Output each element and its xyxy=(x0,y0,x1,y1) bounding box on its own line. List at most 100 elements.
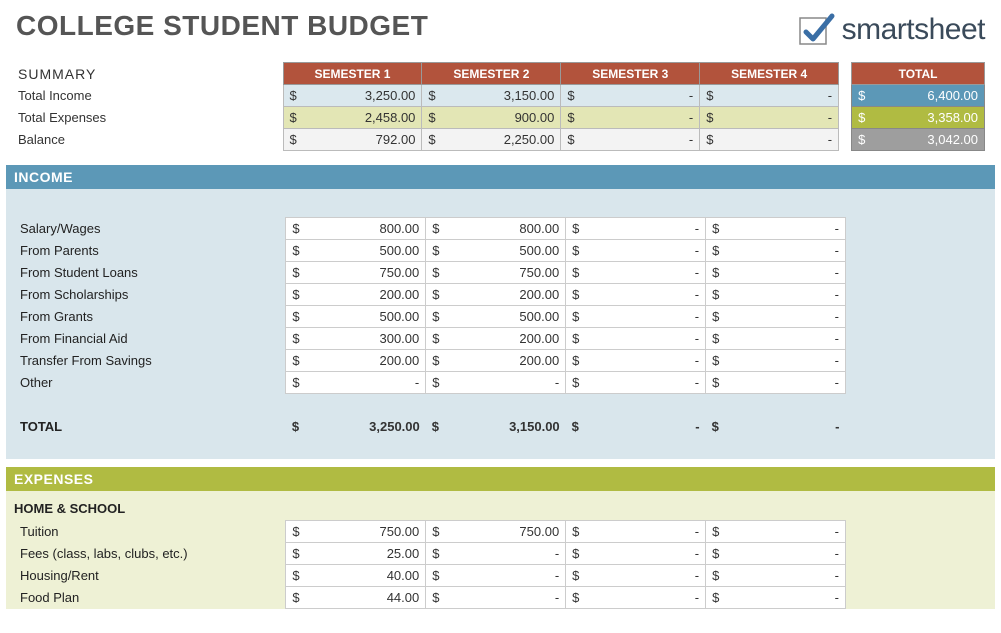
total-header: TOTAL xyxy=(852,63,985,85)
cell[interactable]: $- xyxy=(700,107,839,129)
row-label: Food Plan xyxy=(6,587,286,609)
cell[interactable]: $300.00 xyxy=(286,327,426,349)
cell[interactable]: $- xyxy=(566,283,706,305)
cell[interactable]: $- xyxy=(566,305,706,327)
cell[interactable]: $- xyxy=(566,371,706,393)
cell[interactable]: $200.00 xyxy=(426,327,566,349)
cell[interactable]: $3,250.00 xyxy=(283,85,422,107)
cell[interactable]: $750.00 xyxy=(286,261,426,283)
cell[interactable]: $- xyxy=(426,371,566,393)
total-income-cell: $6,400.00 xyxy=(852,85,985,107)
cell[interactable]: $40.00 xyxy=(286,565,426,587)
cell[interactable]: $- xyxy=(706,371,846,393)
cell[interactable]: $- xyxy=(700,129,839,151)
cell[interactable]: $500.00 xyxy=(286,305,426,327)
cell[interactable]: $- xyxy=(706,239,846,261)
income-total-row: TOTAL$3,250.00$3,150.00$-$- xyxy=(6,415,846,437)
cell[interactable]: $- xyxy=(566,543,706,565)
row-label: From Student Loans xyxy=(6,261,286,283)
table-row: From Grants$500.00$500.00$-$- xyxy=(6,305,846,327)
row-label: Fees (class, labs, clubs, etc.) xyxy=(6,543,286,565)
row-label: From Parents xyxy=(6,239,286,261)
cell[interactable]: $750.00 xyxy=(426,521,566,543)
page-title: COLLEGE STUDENT BUDGET xyxy=(16,10,428,42)
total-expense-cell: $3,358.00 xyxy=(852,107,985,129)
income-section: Salary/Wages$800.00$800.00$-$-From Paren… xyxy=(6,189,995,459)
cell[interactable]: $3,150.00 xyxy=(422,85,561,107)
cell[interactable]: $- xyxy=(706,543,846,565)
expense-banner: EXPENSES xyxy=(6,467,995,491)
cell[interactable]: $- xyxy=(566,327,706,349)
cell[interactable]: $- xyxy=(706,587,846,609)
cell[interactable]: $500.00 xyxy=(426,239,566,261)
cell[interactable]: $2,458.00 xyxy=(283,107,422,129)
cell[interactable]: $500.00 xyxy=(286,239,426,261)
summary-table: SUMMARY SEMESTER 1 SEMESTER 2 SEMESTER 3… xyxy=(16,62,839,151)
logo-text: smartsheet xyxy=(842,13,985,47)
cell[interactable]: $800.00 xyxy=(426,217,566,239)
cell[interactable]: $- xyxy=(706,283,846,305)
cell[interactable]: $- xyxy=(561,107,700,129)
cell[interactable]: $- xyxy=(706,327,846,349)
row-label: Balance xyxy=(16,129,283,151)
cell[interactable]: $- xyxy=(566,521,706,543)
table-row: From Scholarships$200.00$200.00$-$- xyxy=(6,283,846,305)
cell[interactable]: $- xyxy=(566,565,706,587)
cell[interactable]: $- xyxy=(426,543,566,565)
cell[interactable]: $200.00 xyxy=(426,349,566,371)
table-row: Transfer From Savings$200.00$200.00$-$- xyxy=(6,349,846,371)
total-label: TOTAL xyxy=(6,415,286,437)
cell[interactable]: $792.00 xyxy=(283,129,422,151)
cell[interactable]: $- xyxy=(286,371,426,393)
row-label: Other xyxy=(6,371,286,393)
cell[interactable]: $- xyxy=(426,587,566,609)
cell: $- xyxy=(706,415,846,437)
cell[interactable]: $- xyxy=(566,217,706,239)
checkmark-icon xyxy=(796,10,836,50)
income-table: Salary/Wages$800.00$800.00$-$-From Paren… xyxy=(6,195,846,459)
row-label: Housing/Rent xyxy=(6,565,286,587)
cell[interactable]: $- xyxy=(706,565,846,587)
cell[interactable]: $- xyxy=(706,349,846,371)
cell[interactable]: $- xyxy=(566,239,706,261)
cell[interactable]: $750.00 xyxy=(426,261,566,283)
cell[interactable]: $25.00 xyxy=(286,543,426,565)
table-row: Food Plan$44.00$-$-$- xyxy=(6,587,846,609)
expense-table: Tuition$750.00$750.00$-$-Fees (class, la… xyxy=(6,520,846,609)
cell[interactable]: $- xyxy=(566,261,706,283)
summary-row-income: Total Income $3,250.00 $3,150.00 $- $- xyxy=(16,85,839,107)
cell[interactable]: $900.00 xyxy=(422,107,561,129)
cell[interactable]: $750.00 xyxy=(286,521,426,543)
cell: $- xyxy=(566,415,706,437)
cell[interactable]: $200.00 xyxy=(286,283,426,305)
cell[interactable]: $- xyxy=(561,85,700,107)
table-row: Salary/Wages$800.00$800.00$-$- xyxy=(6,217,846,239)
row-label: Total Expenses xyxy=(16,107,283,129)
cell[interactable]: $- xyxy=(706,217,846,239)
table-row: From Parents$500.00$500.00$-$- xyxy=(6,239,846,261)
cell[interactable]: $500.00 xyxy=(426,305,566,327)
cell[interactable]: $- xyxy=(700,85,839,107)
table-row: Fees (class, labs, clubs, etc.)$25.00$-$… xyxy=(6,543,846,565)
header: COLLEGE STUDENT BUDGET smartsheet xyxy=(6,4,995,52)
cell[interactable]: $2,250.00 xyxy=(422,129,561,151)
cell[interactable]: $- xyxy=(426,565,566,587)
summary-total-table: TOTAL $6,400.00 $3,358.00 $3,042.00 xyxy=(851,62,985,151)
total-balance-cell: $3,042.00 xyxy=(852,129,985,151)
table-row: From Financial Aid$300.00$200.00$-$- xyxy=(6,327,846,349)
col-header-sem3: SEMESTER 3 xyxy=(561,63,700,85)
cell[interactable]: $- xyxy=(566,587,706,609)
cell[interactable]: $800.00 xyxy=(286,217,426,239)
expense-subhead: HOME & SCHOOL xyxy=(6,497,995,520)
cell[interactable]: $200.00 xyxy=(426,283,566,305)
cell[interactable]: $200.00 xyxy=(286,349,426,371)
cell[interactable]: $- xyxy=(706,521,846,543)
cell[interactable]: $- xyxy=(706,305,846,327)
cell[interactable]: $44.00 xyxy=(286,587,426,609)
cell[interactable]: $- xyxy=(566,349,706,371)
cell[interactable]: $- xyxy=(706,261,846,283)
income-banner: INCOME xyxy=(6,165,995,189)
row-label: Total Income xyxy=(16,85,283,107)
expense-section: HOME & SCHOOL Tuition$750.00$750.00$-$-F… xyxy=(6,491,995,609)
cell[interactable]: $- xyxy=(561,129,700,151)
